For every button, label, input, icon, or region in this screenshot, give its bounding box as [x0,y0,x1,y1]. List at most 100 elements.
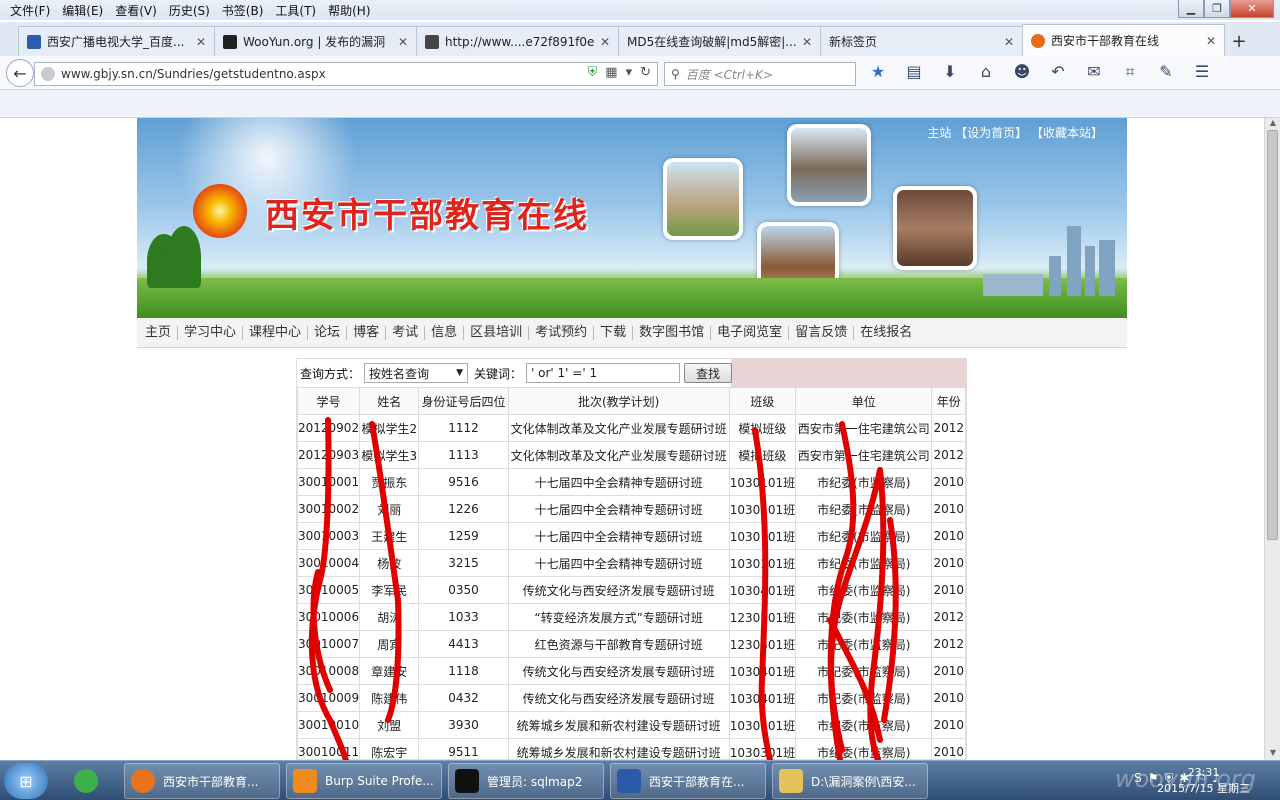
reload-icon[interactable]: ↻ [640,65,651,80]
tab-xian-tv-university[interactable]: 西安广播电视大学_百度... ✕ [18,26,215,56]
bookmark-star-icon[interactable]: ★ [866,62,890,82]
tab-close-icon[interactable]: ✕ [196,35,206,49]
nav-district-training[interactable]: 区县培训 [464,325,530,340]
table-row: 30010010 刘盟 3930 统筹城乡发展和新农村建设专题研讨班 1030301班市… [296,711,966,739]
back-arrow-icon[interactable]: ← [6,59,34,87]
top-links[interactable]: 主站 【设为首页】 【收藏本站】 [927,124,1103,141]
emoji-icon[interactable]: ☻ [1010,62,1034,82]
scroll-up-icon[interactable]: ▲ [1265,118,1280,130]
tab-http-url[interactable]: http://www....e72f891f0e ✕ [416,26,619,56]
cell-batch: 十七届四中全会精神专题研讨班 [507,522,730,550]
nav-forum[interactable]: 论坛 [308,325,348,340]
nav-blog[interactable]: 博客 [347,325,387,340]
nav-download[interactable]: 下载 [594,325,634,340]
nav-digital-library[interactable]: 数字图书馆 [633,325,712,340]
undo-icon[interactable]: ↶ [1046,62,1070,82]
menu-help[interactable]: 帮助(H) [322,2,376,19]
tab-close-icon[interactable]: ✕ [1206,34,1216,48]
minimize-icon[interactable]: ▁ [1178,0,1204,18]
tab-md5[interactable]: MD5在线查询破解|md5解密|... ✕ [618,26,821,56]
table-row: 20120902 模拟学生2 1112 文化体制改革及文化产业发展专题研讨班 模拟班级西… [296,414,966,442]
menu-bookmarks[interactable]: 书签(B) [216,2,270,19]
cell-unit: 市纪委(市监察局) [795,684,933,712]
cell-name: 胡涛 [359,603,420,631]
tab-new-tab[interactable]: 新标签页 ✕ [820,26,1023,56]
menu-edit[interactable]: 编辑(E) [56,2,109,19]
nav-study-center[interactable]: 学习中心 [178,325,244,340]
extension-icon[interactable]: ✎ [1154,62,1178,82]
cell-year: 2010 [931,657,966,685]
new-tab-button[interactable]: + [1224,26,1254,56]
menu-file[interactable]: 文件(F) [4,2,56,19]
cell-year: 2010 [931,522,966,550]
menu-history[interactable]: 历史(S) [163,2,216,19]
nav-home[interactable]: 主页 [139,325,179,340]
close-window-icon[interactable]: ✕ [1230,0,1274,18]
cell-student-no: 30010010 [296,711,361,739]
crop-icon[interactable]: ⌗ [1118,62,1142,82]
table-row: 30010002 刘丽 1226 十七届四中全会精神专题研讨班 1030101班 市纪委(… [296,495,966,523]
qr-icon[interactable]: ▦ [605,65,617,80]
query-mode-select[interactable]: 按姓名查询 ▼ [364,363,469,383]
cell-year: 2012 [931,441,966,469]
cell-student-no: 30010004 [296,549,361,577]
cell-class: 1030101班 [728,549,797,577]
tab-wooyun[interactable]: WooYun.org | 发布的漏洞 ✕ [214,26,417,56]
taskbar-clock[interactable]: 23:31 2015/7/15 星期三 [1157,765,1250,797]
refresh-app-icon[interactable] [68,763,112,799]
keyword-input[interactable]: ' or' 1' =' 1 [526,363,681,383]
nav-course-center[interactable]: 课程中心 [243,325,309,340]
windows-start-icon[interactable]: ⊞ [4,763,48,799]
antivirus-icon[interactable]: S [1134,771,1142,786]
tab-close-icon[interactable]: ✕ [398,35,408,49]
tab-gbjy[interactable]: 西安市干部教育在线 ✕ [1022,24,1225,56]
chat-icon[interactable]: ✉ [1082,62,1106,82]
nav-feedback[interactable]: 留言反馈 [789,325,855,340]
taskbar-app-folder[interactable]: D:\漏洞案例\西安... [772,763,928,799]
taskbar-app-sqlmap[interactable]: 管理员: sqlmap2 [448,763,604,799]
taskbar-app-word[interactable]: 西安干部教育在... [610,763,766,799]
home-icon[interactable]: ⌂ [974,62,998,82]
folder-icon [779,769,803,793]
cell-class: 1030401班 [728,684,797,712]
cell-year: 2010 [931,549,966,577]
cell-class: 1030401班 [728,657,797,685]
cell-student-no: 30010009 [296,684,361,712]
taskbar-app-firefox[interactable]: 西安市干部教育... [124,763,280,799]
taskbar-app-burp[interactable]: Burp Suite Profe... [286,763,442,799]
table-row: 30010003 王建生 1259 十七届四中全会精神专题研讨班 1030101班 市纪委… [296,522,966,550]
menu-view[interactable]: 查看(V) [109,2,163,19]
tab-close-icon[interactable]: ✕ [1004,35,1014,49]
window-controls: ▁ ❐ ✕ [1178,0,1274,18]
clock-date: 2015/7/15 星期三 [1157,782,1250,795]
burp-suite-icon [293,769,317,793]
dropdown-icon[interactable]: ▾ [626,65,633,80]
nav-online-signup[interactable]: 在线报名 [854,325,918,340]
scroll-thumb[interactable] [1267,130,1278,540]
nav-e-reading-room[interactable]: 电子阅览室 [711,325,790,340]
url-bar[interactable]: www.gbjy.sn.cn/Sundries/getstudentno.asp… [34,62,658,86]
cell-id-last4: 1259 [418,522,509,550]
download-icon[interactable]: ⬇ [938,62,962,82]
search-button[interactable]: 查找 [684,363,733,383]
nav-exam[interactable]: 考试 [386,325,426,340]
nav-exam-booking[interactable]: 考试预约 [529,325,595,340]
vertical-scrollbar[interactable]: ▲ ▼ [1264,118,1280,760]
cell-batch: 传统文化与西安经济发展专题研讨班 [507,657,730,685]
cell-id-last4: 1033 [418,603,509,631]
cell-student-no: 30010011 [296,738,361,760]
nav-info[interactable]: 信息 [425,325,465,340]
cell-unit: 市纪委(市监察局) [795,657,933,685]
scroll-down-icon[interactable]: ▼ [1265,748,1280,760]
tab-close-icon[interactable]: ✕ [802,35,812,49]
tab-close-icon[interactable]: ✕ [600,35,610,49]
hamburger-menu-icon[interactable]: ☰ [1190,62,1214,82]
search-input[interactable]: ⚲ 百度 <Ctrl+K> [664,62,856,86]
reading-list-icon[interactable]: ▤ [902,62,926,82]
menu-tools[interactable]: 工具(T) [269,2,322,19]
cell-unit: 西安市第一住宅建筑公司 [795,441,933,469]
cell-name: 模拟学生2 [359,414,420,442]
windows-taskbar: ⊞ 西安市干部教育... Burp Suite Profe... 管理员: sq… [0,760,1280,800]
maximize-icon[interactable]: ❐ [1204,0,1230,18]
site-logo-icon [1031,33,1045,48]
